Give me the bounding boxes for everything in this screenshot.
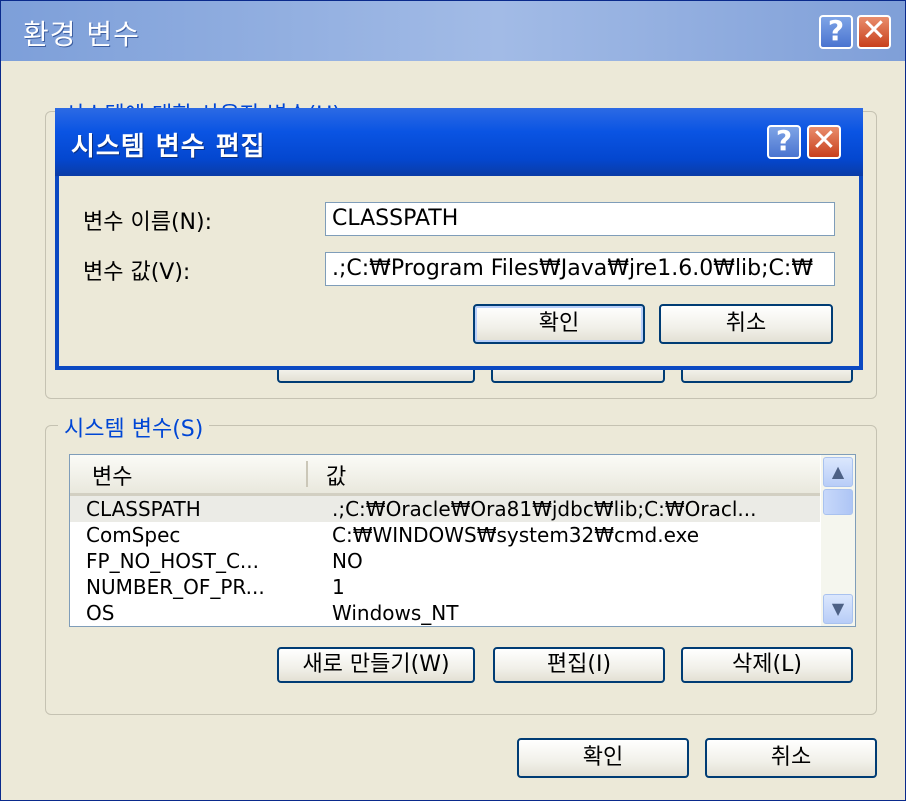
table-row[interactable]: CLASSPATH .;C:₩Oracle₩Ora81₩jdbc₩lib;C:₩… — [70, 496, 820, 522]
system-variables-list[interactable]: 변수 값 CLASSPATH .;C:₩Oracle₩Ora81₩jdbc₩li… — [69, 454, 856, 627]
row-value: C:₩WINDOWS₩system32₩cmd.exe — [332, 523, 700, 547]
window-title: 환경 변수 — [23, 18, 140, 51]
row-variable: ComSpec — [86, 523, 181, 547]
row-value: .;C:₩Oracle₩Ora81₩jdbc₩lib;C:₩Oracl... — [332, 497, 757, 521]
variable-value-label: 변수 값(V): — [83, 260, 191, 285]
variable-name-field[interactable]: CLASSPATH — [325, 202, 835, 236]
row-value: NO — [332, 549, 363, 573]
table-row[interactable]: ComSpec C:₩WINDOWS₩system32₩cmd.exe — [70, 522, 820, 548]
table-row[interactable]: OS Windows_NT — [70, 600, 820, 626]
row-value: 1 — [332, 575, 345, 599]
row-variable: CLASSPATH — [86, 497, 201, 521]
table-row[interactable]: FP_NO_HOST_C... NO — [70, 548, 820, 574]
table-row[interactable]: NUMBER_OF_PR... 1 — [70, 574, 820, 600]
scroll-down-icon[interactable]: ▼ — [823, 594, 853, 624]
dialog-close-button[interactable]: ✕ — [807, 125, 841, 159]
edit-system-variable-dialog: 시스템 변수 편집 ? ✕ 변수 이름(N): CLASSPATH 변수 값(V… — [55, 108, 863, 370]
dialog-titlebar[interactable]: 시스템 변수 편집 ? ✕ — [55, 108, 863, 176]
column-header-value[interactable]: 값 — [326, 459, 346, 491]
vertical-scrollbar[interactable]: ▲ ▼ — [821, 455, 855, 626]
dialog-ok-button[interactable]: 확인 — [473, 304, 645, 344]
close-button[interactable]: ✕ — [857, 15, 891, 49]
dialog-cancel-button[interactable]: 취소 — [659, 304, 833, 344]
environment-variables-window: 환경 변수 ? ✕ 시스템에 대한 사용자 변수(U) 시스템 변수(S) 변수… — [0, 0, 906, 801]
variable-value-field[interactable]: .;C:₩Program Files₩Java₩jre1.6.0₩lib;C:₩ — [325, 252, 835, 286]
row-variable: OS — [86, 601, 115, 625]
variable-name-label: 변수 이름(N): — [83, 210, 212, 235]
ok-button[interactable]: 확인 — [517, 738, 689, 778]
row-variable: NUMBER_OF_PR... — [86, 575, 265, 599]
help-button[interactable]: ? — [819, 15, 853, 49]
dialog-title: 시스템 변수 편집 — [71, 132, 266, 162]
scroll-thumb[interactable] — [823, 489, 853, 515]
dialog-help-button[interactable]: ? — [767, 125, 801, 159]
column-separator[interactable] — [306, 461, 308, 487]
delete-system-variable-button[interactable]: 삭제(L) — [681, 647, 853, 683]
system-variables-legend: 시스템 변수(S) — [58, 411, 210, 443]
row-variable: FP_NO_HOST_C... — [86, 549, 259, 573]
edit-system-variable-button[interactable]: 편집(I) — [493, 647, 665, 683]
column-header-variable[interactable]: 변수 — [92, 459, 132, 491]
scroll-up-icon[interactable]: ▲ — [823, 457, 853, 487]
new-system-variable-button[interactable]: 새로 만들기(W) — [277, 647, 475, 683]
list-header: 변수 값 — [70, 455, 820, 496]
window-titlebar[interactable]: 환경 변수 ? ✕ — [1, 1, 905, 61]
row-value: Windows_NT — [332, 601, 459, 625]
cancel-button[interactable]: 취소 — [705, 738, 877, 778]
